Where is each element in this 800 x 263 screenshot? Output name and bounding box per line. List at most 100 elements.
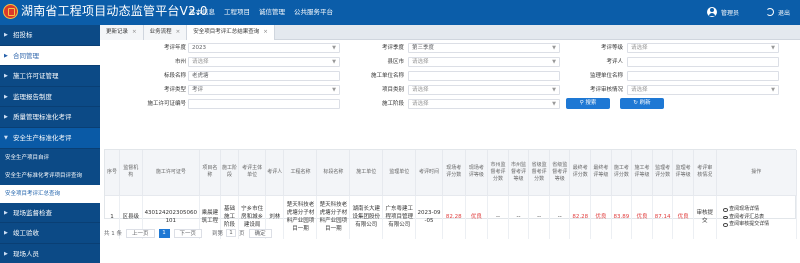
chevron-down-icon: ▼ [552,45,556,51]
year-label: 考评年度 [163,45,186,51]
contractor-input[interactable] [408,71,560,81]
search-button[interactable]: ⚲ 搜索 [566,98,610,109]
chevron-right-icon: ▶ [4,250,8,257]
sidebar-item-label: 监理报告制度 [13,92,52,101]
column-header: 省级监督考评等级 [549,150,571,196]
view-detail-link[interactable]: 查阅现场详情 [722,206,795,214]
grade-label: 考评等级 [600,45,623,51]
grade-select[interactable]: 请选择 ▼ [627,43,779,53]
quarter-label: 考评季度 [381,45,404,51]
stage-select[interactable]: 请选择 ▼ [408,99,560,109]
sidebar-subitem-summary-query[interactable]: 安全项目考评汇总查询 [0,184,100,203]
form-row: 施工许可证编号 施工阶段 请选择 ▼ ⚲ 搜索 ↻ 刷新 [100,98,800,110]
close-icon[interactable]: × [176,29,181,35]
nav-credit[interactable]: 诚信管理 [259,0,285,25]
top-bar: 湖南省工程项目动态监管平台V2.0 基本信息 工程项目 诚信管理 公共服务平台 … [0,0,800,25]
column-header: 考评审核情况 [693,150,717,196]
sidebar-item-supervision-report[interactable]: ▶ 监理报告制度 [0,87,100,108]
evaluator-input[interactable] [627,57,779,67]
project-type-placeholder: 请选择 [412,87,429,93]
close-icon[interactable]: × [132,29,137,35]
column-header: 工程名称 [283,150,318,196]
refresh-button[interactable]: ↻ 刷新 [620,98,664,109]
view-detail-link[interactable]: 查阅考评汇总表 [722,213,795,222]
column-header: 监理单位 [382,150,417,196]
chevron-down-icon: ▼ [552,87,556,93]
column-header: 考评时间 [415,150,443,196]
next-page-button[interactable]: 下一页 [173,228,203,238]
evaluator-label: 考评人 [606,59,623,65]
column-header: 省级监督考评分数 [528,150,550,196]
column-header: 市州监督考评分数 [487,150,509,196]
total-count: 共 1 条 [104,231,122,237]
user-menu[interactable]: 管理员 [707,5,739,19]
sidebar-item-site-personnel[interactable]: ▶ 现场人员 [0,244,100,263]
project-type-select[interactable]: 请选择 ▼ [408,85,560,95]
sidebar-subitem-eval-query[interactable]: 安全生产标准化考评项目评查询 [0,166,100,185]
sidebar-item-site-inspection[interactable]: ▶ 现场监督检查 [0,203,100,224]
chevron-right-icon: ▶ [4,209,8,216]
sidebar-item-label: 竣工验收 [13,229,39,238]
refresh-button-label: 刷新 [639,100,651,106]
column-header: 现场考评等级 [465,150,489,196]
goto-confirm-button[interactable]: 确定 [248,228,272,238]
county-select[interactable]: 请选择 ▼ [408,57,560,67]
page-number-current[interactable]: 1 [158,228,170,238]
eval-type-label: 考评类型 [163,87,186,93]
nav-projects[interactable]: 工程项目 [224,0,250,25]
chevron-right-icon: ▶ [4,52,8,59]
table-cell: -- [528,195,550,239]
emblem-logo [3,4,18,19]
column-header: 施工阶段 [220,150,240,196]
review-select[interactable]: 请选择 ▼ [627,85,779,95]
table-cell: -- [508,195,530,239]
bid-label: 标段名称 [163,73,186,79]
user-icon [707,7,717,17]
column-header: 监理考评等级 [672,150,694,196]
chevron-right-icon: ▶ [4,230,8,237]
chevron-down-icon: ▼ [332,87,336,93]
nav-basic-info[interactable]: 基本信息 [189,0,215,25]
view-detail-link[interactable]: 查阅审核提交详情 [722,221,795,229]
tab-workflow[interactable]: 业务流程 × [143,25,188,40]
user-name: 管理员 [721,9,740,17]
search-button-label: 搜索 [585,100,597,106]
sidebar-item-acceptance[interactable]: ▶ 竣工验收 [0,223,100,244]
permit-label: 施工许可证编号 [147,101,186,107]
chevron-right-icon: ▶ [4,93,8,100]
sidebar-item-permit[interactable]: ▶ 施工许可证管理 [0,66,100,87]
permit-input[interactable] [188,99,340,109]
project-type-label: 项目类别 [381,87,404,93]
close-icon[interactable]: × [263,29,268,35]
tab-bar: 更新记录 × 业务流程 × 安全项目考评汇总结果查询 × [100,25,800,40]
county-placeholder: 请选择 [412,59,429,65]
tab-label: 安全项目考评汇总结果查询 [193,29,260,35]
bid-input[interactable]: 老虎塘 [188,71,340,81]
table-cell: 优良 [631,195,653,239]
sidebar-item-label: 现场监督检查 [13,208,52,217]
nav-public-service[interactable]: 公共服务平台 [294,0,333,25]
sidebar-item-label: 现场人员 [13,249,39,258]
eval-type-select[interactable]: 考评 ▼ [188,85,340,95]
sidebar-item-contract[interactable]: ▶ 合同管理 [0,45,100,67]
prev-page-button[interactable]: 上一页 [126,228,155,238]
city-select[interactable]: 请选择 ▼ [188,57,340,67]
goto-page-input[interactable]: 1 [226,229,237,237]
link-label: 查阅考评汇总表 [729,213,765,220]
sidebar-item-bidding[interactable]: ▶ 招投标 [0,25,100,46]
year-select[interactable]: 2023 ▼ [188,43,340,53]
supervisor-input[interactable] [627,71,779,81]
review-placeholder: 请选择 [631,87,648,93]
column-header: 监理考评分数 [652,150,674,196]
quarter-select[interactable]: 第三季度 ▼ [408,43,560,53]
eye-icon [722,223,728,227]
tab-update-log[interactable]: 更新记录 × [100,25,144,40]
year-value: 2023 [192,45,206,51]
tab-safety-summary[interactable]: 安全项目考评汇总结果查询 × [187,25,275,40]
logout-button[interactable]: 退出 [766,5,790,19]
sidebar-subitem-self-eval[interactable]: 安全生产项目自评 [0,148,100,167]
table-cell: 83.89 [611,195,633,239]
sidebar-item-quality-eval[interactable]: ▶ 质量管理标准化考评 [0,107,100,128]
sidebar-item-safety-eval[interactable]: ▼ 安全生产标准化考评 [0,127,100,149]
chevron-right-icon: ▶ [4,114,8,121]
